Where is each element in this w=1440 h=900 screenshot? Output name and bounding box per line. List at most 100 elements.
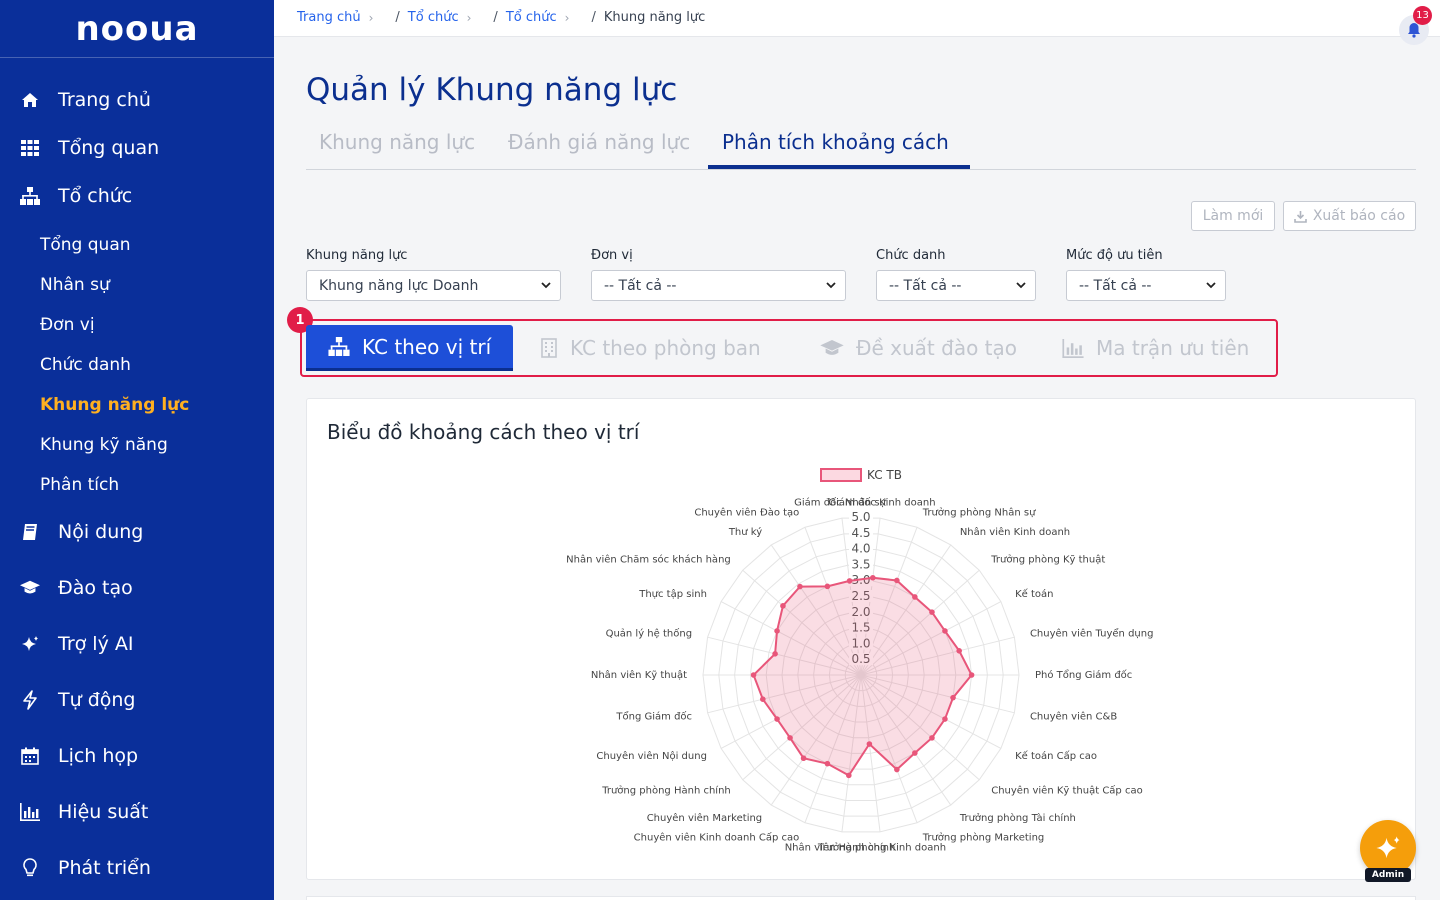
sidebar-item-development[interactable]: Phát triển — [0, 848, 274, 888]
page-title: Quản lý Khung năng lực — [306, 72, 678, 108]
active-tab-indicator — [708, 165, 970, 169]
sidebar-item-organization[interactable]: Tổ chức — [0, 176, 274, 216]
notification-count-badge: 13 — [1413, 6, 1432, 25]
filter-priority-select[interactable]: -- Tất cả -- — [1066, 270, 1226, 301]
export-report-button[interactable]: Xuất báo cáo — [1283, 201, 1416, 231]
radar-data-point[interactable] — [760, 696, 766, 702]
sidebar-item-overview[interactable]: Tổng quan — [0, 128, 274, 168]
sidebar-item-home[interactable]: Trang chủ — [0, 80, 274, 120]
app-logo[interactable]: nooua — [75, 12, 198, 46]
breadcrumb-organization[interactable]: Tổ chức — [408, 10, 459, 25]
lightbulb-icon — [20, 858, 40, 878]
sidebar-subitem-units[interactable]: Đơn vị — [40, 309, 95, 341]
radar-axis-label: Chuyên viên Kỹ thuật Cấp cao — [991, 784, 1142, 796]
breadcrumb-organization-2[interactable]: Tổ chức — [506, 10, 557, 25]
sidebar-item-label: Đào tạo — [58, 577, 133, 599]
breadcrumb-divider: / — [591, 10, 596, 25]
refresh-button[interactable]: Làm mới — [1191, 201, 1275, 231]
radar-data-point[interactable] — [846, 772, 852, 779]
sidebar-subitem-personnel[interactable]: Nhân sự — [40, 269, 110, 301]
radar-data-point[interactable] — [800, 755, 807, 762]
tab-competency-assessment[interactable]: Đánh giá năng lực — [508, 130, 690, 154]
sidebar-subitem-overview[interactable]: Tổng quan — [40, 229, 131, 261]
sidebar-item-training[interactable]: Đào tạo — [0, 568, 274, 608]
radar-axis-label: Trưởng phòng Nhân sự — [922, 506, 1036, 518]
sidebar-item-content[interactable]: Nội dung — [0, 512, 274, 552]
radar-data-point[interactable] — [929, 735, 935, 741]
subtab-gap-by-position[interactable]: KC theo vị trí — [306, 325, 513, 371]
radar-axis-label: Nhân viên Kinh doanh — [960, 526, 1070, 538]
chevron-right-icon: › — [466, 10, 472, 25]
breadcrumb-current: Khung năng lực — [603, 10, 706, 25]
radar-data-point[interactable] — [780, 603, 786, 609]
sidebar-subitem-competency-framework[interactable]: Khung năng lực — [40, 389, 189, 421]
radar-data-point[interactable] — [956, 648, 962, 654]
sidebar-item-ai-assistant[interactable]: Trợ lý AI — [0, 624, 274, 664]
filter-framework-select[interactable]: Khung năng lực Doanh — [306, 270, 561, 301]
sidebar-item-label: Tổ chức — [58, 185, 133, 207]
radar-data-point[interactable] — [824, 760, 831, 767]
radar-data-point[interactable] — [797, 583, 803, 590]
calendar-icon — [20, 746, 40, 766]
radar-axis-label: Kế toán Cấp cao — [1015, 750, 1097, 762]
tab-competency-framework[interactable]: Khung năng lực — [319, 130, 475, 154]
filter-title-select[interactable]: -- Tất cả -- — [876, 270, 1036, 301]
filter-title-value: -- Tất cả -- — [889, 277, 962, 294]
radar-data-point[interactable] — [942, 716, 948, 722]
subtab-label: KC theo vị trí — [362, 334, 492, 359]
sidebar-item-label: Trợ lý AI — [58, 633, 134, 655]
radar-data-point[interactable] — [912, 594, 918, 600]
radar-tick-label: 3.5 — [851, 557, 870, 571]
chart-card: Biểu đồ khoảng cách theo vị trí 0.51.01.… — [306, 398, 1416, 880]
subtab-training-suggestions[interactable]: Đề xuất đào tạo — [820, 325, 1017, 371]
radar-data-point[interactable] — [866, 741, 873, 747]
filter-title-label: Chức danh — [876, 248, 946, 263]
radar-axis-label: Chuyên viên C&B — [1030, 711, 1117, 723]
breadcrumb-home[interactable]: Trang chủ — [297, 10, 361, 25]
radar-data-point[interactable] — [787, 735, 793, 741]
radar-data-point[interactable] — [894, 766, 900, 773]
sidebar-item-automation[interactable]: Tự động — [0, 680, 274, 720]
radar-data-point[interactable] — [824, 583, 831, 590]
radar-data-point[interactable] — [968, 672, 975, 678]
radar-data-point[interactable] — [750, 672, 757, 678]
radar-axis-label: Tổng Giám đốc — [615, 710, 692, 723]
radar-data-point[interactable] — [774, 628, 780, 634]
radar-axis-label: Kế toán — [1015, 588, 1053, 600]
sidebar-subitem-skill-framework[interactable]: Khung kỹ năng — [40, 429, 168, 461]
sidebar-item-performance[interactable]: Hiệu suất — [0, 792, 274, 832]
radar-data-point[interactable] — [942, 628, 948, 634]
radar-data-point[interactable] — [870, 574, 876, 581]
radar-axis-label: Phó Tổng Giám đốc — [1035, 668, 1132, 681]
export-button-label: Xuất báo cáo — [1312, 208, 1406, 224]
sidebar-item-label: Hiệu suất — [58, 801, 149, 823]
graduation-cap-icon — [20, 578, 40, 598]
radar-data-point[interactable] — [894, 577, 900, 584]
filter-framework-label: Khung năng lực — [306, 248, 408, 263]
subtab-label: Đề xuất đào tạo — [856, 336, 1018, 360]
radar-data-point[interactable] — [774, 716, 780, 722]
filter-priority-value: -- Tất cả -- — [1079, 277, 1152, 294]
sidebar-subitem-job-titles[interactable]: Chức danh — [40, 349, 131, 381]
radar-axis-label: Trưởng phòng Hành chính — [601, 784, 731, 796]
radar-axis-label: Nhân viên Kỹ thuật — [591, 669, 687, 681]
radar-data-point[interactable] — [929, 609, 935, 615]
book-icon — [20, 522, 40, 542]
chart-legend[interactable]: KC TB — [820, 468, 902, 482]
home-icon — [20, 90, 40, 110]
subtab-priority-matrix[interactable]: Ma trận ưu tiên — [1062, 325, 1249, 371]
radar-data-point[interactable] — [772, 651, 778, 657]
sparkle-icon — [20, 634, 40, 654]
radar-data-point[interactable] — [950, 694, 956, 701]
filter-unit-select[interactable]: -- Tất cả -- — [591, 270, 846, 301]
legend-label: KC TB — [867, 468, 902, 482]
subtab-gap-by-department[interactable]: KC theo phòng ban — [540, 325, 761, 371]
chevron-down-icon — [1016, 282, 1026, 289]
chevron-down-icon — [1206, 282, 1216, 289]
radar-data-point[interactable] — [846, 578, 853, 584]
download-icon — [1294, 210, 1307, 223]
radar-data-point[interactable] — [912, 750, 918, 756]
sidebar-subitem-analysis[interactable]: Phân tích — [40, 469, 119, 501]
tab-gap-analysis[interactable]: Phân tích khoảng cách — [722, 130, 949, 154]
sidebar-item-meetings[interactable]: Lịch họp — [0, 736, 274, 776]
